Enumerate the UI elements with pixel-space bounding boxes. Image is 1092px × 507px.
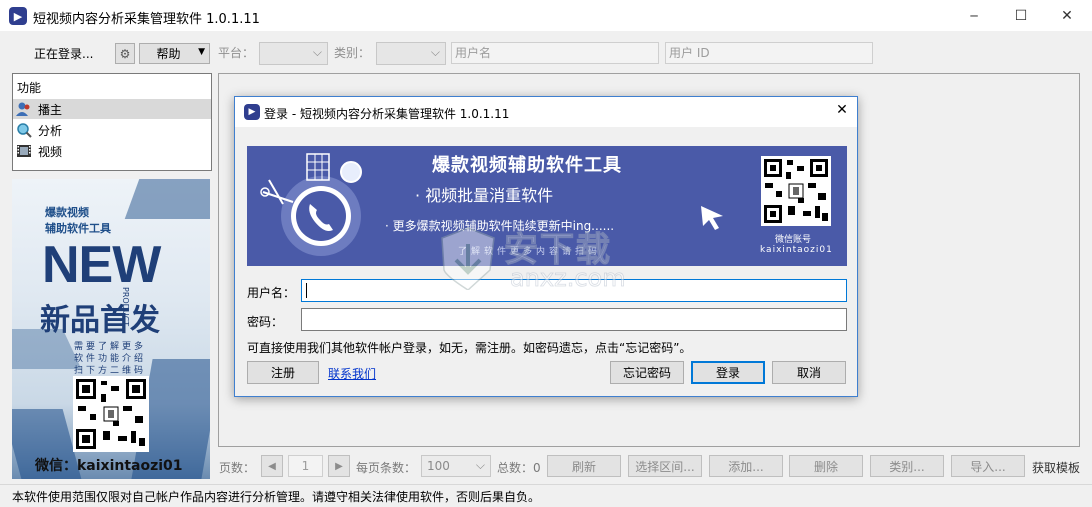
qr-caption2: kaixintaozi01 [760,245,833,255]
ad-line1: 爆款视频 [45,206,89,219]
close-icon: ✕ [836,102,848,118]
nav-item-label: 分析 [38,123,63,138]
dialog-close-button[interactable]: ✕ [831,102,853,122]
category-label: 类别： [334,46,371,60]
register-button[interactable]: 注册 [247,361,319,384]
magnifier-icon [17,123,32,138]
platform-label: 平台： [218,46,255,60]
window-title: 短视频内容分析采集管理软件 1.0.1.11 [33,12,260,27]
ad-slogan: 新品首发 [40,303,160,338]
status-bar-text: 本软件使用范围仅限对自己帐户作品内容进行分析管理。请遵守相关法律使用软件，否则后… [12,490,541,504]
nav-item-video[interactable]: 视频 [13,141,211,161]
qr-caption1: 微信账号 [775,235,812,245]
next-page-button[interactable]: ▶ [328,455,350,477]
login-status-text: 正在登录... [34,47,94,61]
text-caret [306,283,307,298]
per-page-label: 每页条数： [356,461,417,475]
chevron-down-icon: ⌵ [312,45,322,59]
ad-wechat: 微信：kaixintaozi01 [35,458,183,474]
refresh-button[interactable]: 刷新 [547,455,621,477]
password-input[interactable] [301,308,847,331]
film-icon [17,145,31,157]
delete-button[interactable]: 删除 [789,455,863,477]
ad-new: NEW [42,236,161,294]
qr-code-icon [76,379,146,449]
per-page-value: 100 [427,459,450,473]
dialog-title: 登录 - 短视频内容分析采集管理软件 1.0.1.11 [264,107,510,121]
banner-line1: · 视频批量消重软件 [415,186,554,205]
qr-code-icon [764,159,828,223]
username-filter-input[interactable]: 用户名 [451,42,659,64]
dialog-titlebar: ▶ 登录 - 短视频内容分析采集管理软件 1.0.1.11 ✕ [235,97,857,127]
ad-qr-code [73,376,149,452]
chevron-down-icon: ⌵ [430,45,440,59]
platform-select[interactable]: ⌵ [259,42,328,65]
userid-filter-input[interactable]: 用户 ID [665,42,873,64]
tree-header: 功能 [17,81,42,95]
import-button[interactable]: 导入... [951,455,1025,477]
forgot-password-button[interactable]: 忘记密码 [610,361,684,384]
window-titlebar: ▶ 短视频内容分析采集管理软件 1.0.1.11 ─ ☐ ✕ [0,0,1092,31]
banner-line2: · 更多爆款视频辅助软件陆续更新中ing...... [385,219,615,233]
add-button[interactable]: 添加... [709,455,783,477]
banner-qr-code [761,156,831,226]
per-page-select[interactable]: 100 ⌵ [421,455,491,477]
banner-tagline: 了解软件更多内容请扫码 [458,247,602,257]
total-count: 总数：0 [497,461,541,475]
banner-headline: 爆款视频辅助软件工具 [432,155,622,176]
cursor-arrow-icon [701,206,723,230]
ad-info3: 扫下方二维码 [74,366,147,376]
password-label: 密码： [247,315,284,329]
minimize-button[interactable]: ─ [951,0,997,31]
app-icon: ▶ [9,7,27,25]
username-input[interactable] [301,279,847,302]
ad-panel: 爆款视频 辅助软件工具 NEW PRODUCT 新品首发 需要了解更多 软件功能… [12,179,210,479]
select-range-button[interactable]: 选择区间... [628,455,702,477]
login-hint: 可直接使用我们其他软件帐户登录，如无，需注册。如密码遗忘，点击“忘记密码”。 [247,341,692,355]
phone-illustration-icon [260,153,362,256]
help-label: 帮助 [156,47,181,61]
user-icon [16,102,30,116]
login-dialog: ▶ 登录 - 短视频内容分析采集管理软件 1.0.1.11 ✕ 爆款视频辅助软件… [234,96,858,397]
nav-item-analysis[interactable]: 分析 [13,120,211,140]
get-template-link[interactable]: 获取模板 [1032,459,1080,476]
app-icon: ▶ [244,104,260,120]
page-number-input[interactable]: 1 [288,455,323,477]
maximize-button[interactable]: ☐ [998,0,1044,31]
category-select[interactable]: ⌵ [376,42,446,65]
triangle-right-icon: ▶ [335,460,343,472]
help-menu-button[interactable]: 帮助 ▼ [139,43,210,64]
nav-item-label: 视频 [38,144,63,159]
settings-button[interactable]: ⚙ [115,43,135,64]
triangle-left-icon: ◀ [268,460,276,472]
close-button[interactable]: ✕ [1044,0,1090,31]
prev-page-button[interactable]: ◀ [261,455,283,477]
chevron-down-icon: ⌵ [475,458,485,472]
username-label: 用户名： [247,286,296,300]
cancel-button[interactable]: 取消 [772,361,846,384]
nav-item-label: 播主 [38,102,63,117]
function-tree: 功能 播主 分析 视频 [12,73,212,171]
promo-banner: 爆款视频辅助软件工具 · 视频批量消重软件 · 更多爆款视频辅助软件陆续更新中i… [247,146,847,266]
status-bar: 本软件使用范围仅限对自己帐户作品内容进行分析管理。请遵守相关法律使用软件，否则后… [0,484,1092,507]
ad-line2: 辅助软件工具 [45,222,111,235]
dropdown-arrow-icon: ▼ [198,47,205,57]
nav-item-streamer[interactable]: 播主 [13,99,211,119]
gear-icon: ⚙ [119,46,131,61]
login-button[interactable]: 登录 [691,361,765,384]
category-button[interactable]: 类别... [870,455,944,477]
contact-us-link[interactable]: 联系我们 [328,365,376,382]
pages-label: 页数： [219,461,256,475]
